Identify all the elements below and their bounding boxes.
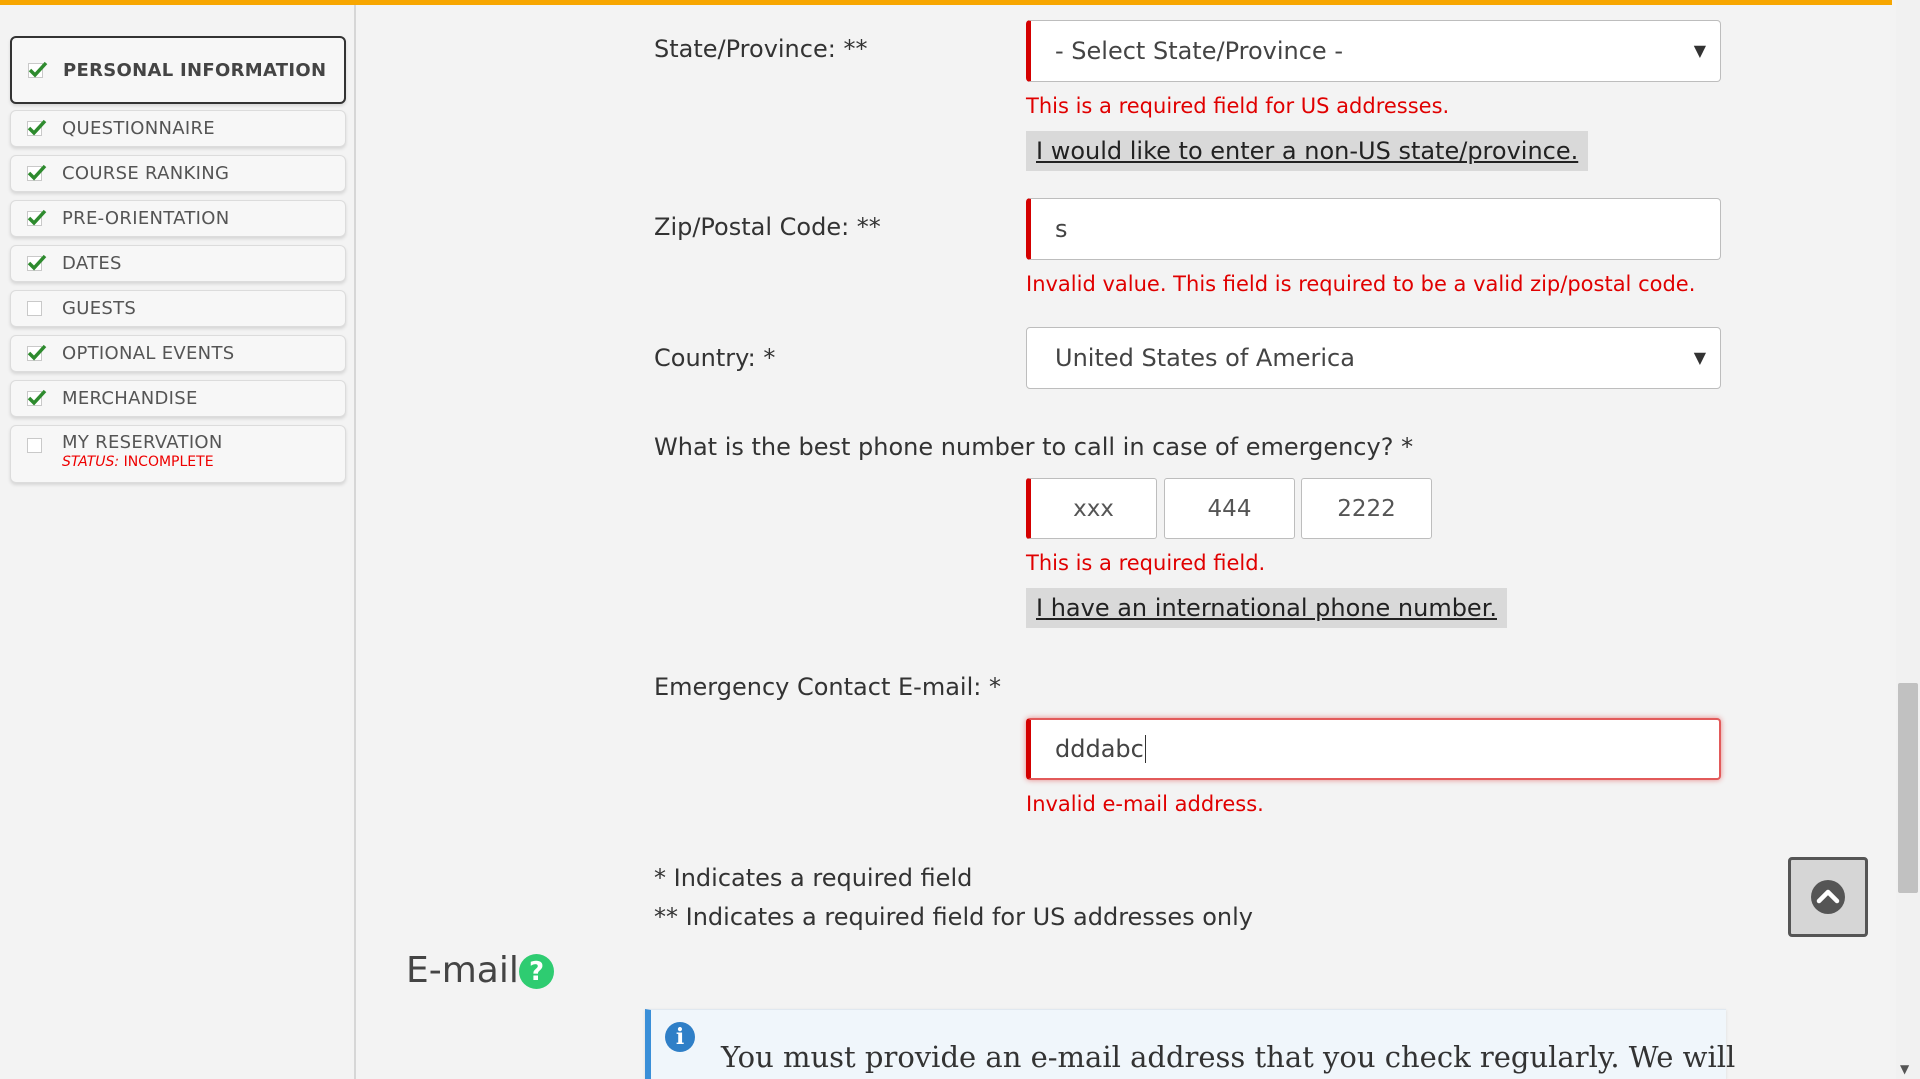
help-question-icon[interactable]: ?: [519, 954, 554, 989]
phone-prefix-input[interactable]: 444: [1164, 478, 1295, 539]
sidebar-item-label: MERCHANDISE: [62, 388, 198, 409]
sidebar-item-label: MY RESERVATION: [62, 432, 223, 453]
emergency-email-error: Invalid e-mail address.: [1026, 792, 1264, 816]
scroll-down-arrow-icon[interactable]: ▼: [1900, 1062, 1909, 1076]
state-province-select[interactable]: - Select State/Province - ▼: [1026, 20, 1721, 82]
status-label: STATUS:: [62, 454, 120, 470]
page-scrollbar[interactable]: [1896, 0, 1920, 1079]
chevron-up-circle-icon: [1811, 880, 1845, 914]
emergency-phone-label: What is the best phone number to call in…: [654, 433, 1414, 461]
international-phone-link[interactable]: I have an international phone number.: [1026, 588, 1507, 628]
scrollbar-thumb[interactable]: [1898, 683, 1918, 893]
sidebar-item-label: COURSE RANKING: [62, 163, 230, 184]
sidebar-item-label: OPTIONAL EVENTS: [62, 343, 235, 364]
us-required-field-note: ** Indicates a required field for US add…: [654, 903, 1253, 931]
country-value: United States of America: [1055, 344, 1355, 372]
checkbox-checked-icon: [28, 61, 48, 78]
sidebar-item-pre-orientation[interactable]: PRE-ORIENTATION: [10, 200, 346, 237]
dropdown-caret-icon: ▼: [1693, 348, 1706, 367]
sidebar-item-my-reservation[interactable]: MY RESERVATION STATUS: INCOMPLETE: [10, 425, 346, 483]
country-label: Country: *: [654, 344, 776, 372]
checkbox-checked-icon: [27, 119, 47, 136]
sidebar-item-questionnaire[interactable]: QUESTIONNAIRE: [10, 110, 346, 147]
state-province-value: - Select State/Province -: [1055, 37, 1343, 65]
checkbox-checked-icon: [27, 344, 47, 361]
zip-label: Zip/Postal Code: **: [654, 213, 881, 241]
non-us-state-link[interactable]: I would like to enter a non-US state/pro…: [1026, 131, 1589, 171]
text-cursor: [1144, 735, 1146, 763]
sidebar-item-label: DATES: [62, 253, 122, 274]
zip-input[interactable]: s: [1026, 198, 1721, 260]
sidebar-item-course-ranking[interactable]: COURSE RANKING: [10, 155, 346, 192]
dropdown-caret-icon: ▼: [1693, 41, 1706, 60]
phone-area-code-input[interactable]: xxx: [1026, 478, 1157, 539]
sidebar-item-label: QUESTIONNAIRE: [62, 118, 215, 139]
email-info-text: You must provide an e-mail address that …: [721, 1040, 1736, 1074]
checkbox-checked-icon: [27, 254, 47, 271]
phone-line-input[interactable]: 2222: [1301, 478, 1432, 539]
sidebar-item-label: PERSONAL INFORMATION: [63, 59, 327, 81]
email-info-box: i You must provide an e-mail address tha…: [645, 1009, 1735, 1079]
checkbox-unchecked-icon: [27, 438, 42, 453]
sidebar-item-dates[interactable]: DATES: [10, 245, 346, 282]
state-province-label: State/Province: **: [654, 35, 868, 63]
emergency-email-value: dddabc: [1055, 735, 1144, 763]
sidebar-item-guests[interactable]: GUESTS: [10, 290, 346, 327]
sidebar-item-label: PRE-ORIENTATION: [62, 208, 230, 229]
phone-line-value: 2222: [1337, 495, 1396, 522]
sidebar-item-optional-events[interactable]: OPTIONAL EVENTS: [10, 335, 346, 372]
checkbox-checked-icon: [27, 209, 47, 226]
sidebar-item-personal-information[interactable]: PERSONAL INFORMATION: [10, 36, 346, 104]
zip-error: Invalid value. This field is required to…: [1026, 272, 1696, 296]
reservation-status: STATUS: INCOMPLETE: [62, 454, 214, 470]
zip-value: s: [1055, 215, 1068, 243]
checkbox-checked-icon: [27, 389, 47, 406]
required-field-note: * Indicates a required field: [654, 864, 973, 892]
sidebar-item-merchandise[interactable]: MERCHANDISE: [10, 380, 346, 417]
sidebar-item-label: GUESTS: [62, 298, 137, 319]
sidebar-nav: PERSONAL INFORMATION QUESTIONNAIRE COURS…: [0, 5, 356, 1079]
phone-area-placeholder: xxx: [1073, 495, 1114, 522]
phone-error: This is a required field.: [1026, 551, 1266, 575]
state-province-error: This is a required field for US addresse…: [1026, 94, 1450, 118]
email-section-title: E-mail: [406, 950, 519, 991]
info-icon: i: [665, 1022, 695, 1052]
checkbox-unchecked-icon: [27, 301, 42, 316]
country-select[interactable]: United States of America ▼: [1026, 327, 1721, 389]
emergency-email-input[interactable]: dddabc: [1026, 718, 1721, 780]
emergency-email-label: Emergency Contact E-mail: *: [654, 673, 1001, 701]
phone-prefix-value: 444: [1207, 495, 1252, 522]
checkbox-checked-icon: [27, 164, 47, 181]
scroll-to-top-button[interactable]: [1788, 857, 1868, 937]
status-value: INCOMPLETE: [123, 454, 214, 470]
